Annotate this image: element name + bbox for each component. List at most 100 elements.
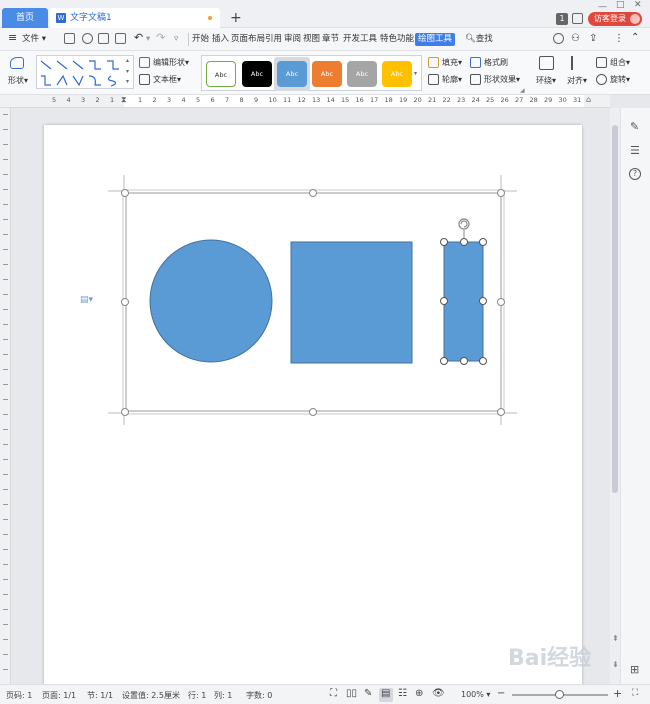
- collaborate-icon[interactable]: ⚇: [571, 32, 580, 45]
- write-mode-icon[interactable]: ✎: [364, 688, 372, 699]
- collapse-ribbon-icon[interactable]: ⌃: [631, 31, 639, 44]
- menu-drawing-tools[interactable]: 绘图工具: [415, 33, 456, 46]
- layout-options-icon[interactable]: ▤▾: [80, 295, 93, 305]
- format-painter-button[interactable]: 格式刷: [484, 57, 508, 68]
- hamburger-icon[interactable]: ≡: [8, 31, 17, 44]
- text-box-button[interactable]: 文本框▾: [153, 74, 181, 85]
- vertical-ruler-tick: [3, 444, 8, 445]
- undo-dropdown-icon[interactable]: ▾: [146, 33, 150, 46]
- more-icon[interactable]: ⋮: [614, 32, 624, 45]
- vertical-ruler[interactable]: [0, 108, 11, 684]
- ruler-tick-label: 21: [428, 96, 437, 104]
- tab-document[interactable]: W 文字文稿1: [50, 8, 220, 28]
- scrollbar-thumb[interactable]: [612, 125, 618, 493]
- print-icon[interactable]: [98, 33, 109, 44]
- zoom-dropdown[interactable]: 100% ▾: [461, 690, 490, 699]
- menu-section[interactable]: 章节: [322, 33, 339, 46]
- redo-icon[interactable]: ↷: [156, 31, 165, 44]
- horizontal-ruler[interactable]: 5 4 3 2 1 1 2 3 4 5 6 7 8 9 10 11 12 13 14 15 16 17 18 19 20 21 22…: [0, 95, 610, 108]
- gallery-up-icon[interactable]: ▴: [126, 57, 129, 64]
- grid-apps-icon[interactable]: ⊞: [630, 663, 639, 676]
- prev-page-icon[interactable]: ⇞: [612, 634, 619, 643]
- ruler-tick-label: 3: [81, 96, 86, 104]
- menu-developer[interactable]: 开发工具: [343, 33, 377, 46]
- help-icon[interactable]: ?: [629, 168, 641, 180]
- menu-file[interactable]: 文件 ▾: [22, 33, 46, 46]
- shape-effect-button[interactable]: 形状效果▾: [484, 74, 520, 85]
- next-page-icon[interactable]: ⇟: [612, 660, 619, 669]
- export-icon[interactable]: [82, 33, 93, 44]
- settings-sliders-icon[interactable]: ☰: [630, 144, 640, 157]
- style-white[interactable]: Abc: [206, 61, 236, 87]
- fit-page-icon[interactable]: ⛶: [632, 688, 638, 698]
- fill-button[interactable]: 填充▾: [442, 57, 462, 68]
- shape-button[interactable]: 形状▾: [8, 75, 28, 86]
- reading-mode-icon[interactable]: ▯▯: [346, 688, 357, 699]
- style-blue[interactable]: Abc: [277, 61, 307, 87]
- vertical-ruler-tick: [3, 309, 8, 310]
- search-button[interactable]: 🔍︎查找: [465, 33, 493, 46]
- eye-protect-icon[interactable]: 👁︎: [432, 688, 445, 699]
- tab-home[interactable]: 首页: [2, 8, 48, 28]
- quick-access-dropdown-icon[interactable]: ▿: [174, 33, 178, 46]
- vertical-ruler-tick: [3, 459, 8, 460]
- wrap-label: 环绕: [536, 76, 552, 85]
- wrap-button[interactable]: 环绕▾: [536, 75, 556, 86]
- shape-handle: [460, 238, 468, 246]
- new-tab-button[interactable]: +: [230, 8, 242, 28]
- ruler-tick-label: 13: [312, 96, 321, 104]
- page-view-icon[interactable]: ▤: [381, 688, 390, 699]
- print-preview-icon[interactable]: [115, 33, 126, 44]
- menu-view[interactable]: 视图: [303, 33, 320, 46]
- cloud-icon[interactable]: [553, 33, 564, 44]
- ruler-tick-label: 7: [225, 96, 230, 104]
- share-icon[interactable]: ⇪: [589, 32, 597, 45]
- save-icon[interactable]: [64, 33, 75, 44]
- vertical-ruler-tick: [3, 129, 8, 130]
- rotate-button[interactable]: 旋转▾: [610, 74, 630, 85]
- align-button[interactable]: 对齐▾: [567, 75, 587, 86]
- style-gold[interactable]: Abc: [382, 61, 412, 87]
- minimize-icon[interactable]: —: [598, 2, 607, 12]
- style-more-icon[interactable]: ▾: [414, 70, 417, 77]
- menu-references[interactable]: 引用: [265, 33, 282, 46]
- fullscreen-icon[interactable]: ⛶: [330, 688, 337, 699]
- style-orange[interactable]: Abc: [312, 61, 342, 87]
- shape-handle: [460, 357, 468, 365]
- menu-special[interactable]: 特色功能: [380, 33, 414, 46]
- gallery-expand-icon[interactable]: ▾: [126, 78, 129, 85]
- menu-page-layout[interactable]: 页面布局: [231, 33, 265, 46]
- close-icon[interactable]: ✕: [634, 0, 642, 10]
- gallery-down-icon[interactable]: ▾: [126, 68, 129, 75]
- zoom-out-icon[interactable]: −: [497, 688, 505, 699]
- menu-home[interactable]: 开始: [192, 33, 209, 46]
- window-layout-icon[interactable]: [572, 13, 583, 24]
- group-button[interactable]: 组合▾: [610, 57, 630, 68]
- shape-style-gallery[interactable]: Abc Abc Abc Abc Abc Abc ▾: [201, 55, 422, 91]
- edit-pen-icon[interactable]: ✎: [630, 120, 639, 133]
- web-view-icon[interactable]: ⊕: [415, 688, 423, 699]
- indent-marker-icon[interactable]: ⧗: [121, 95, 127, 105]
- document-page[interactable]: ▤▾: [44, 125, 582, 685]
- align-label: 对齐: [567, 76, 583, 85]
- style-black[interactable]: Abc: [242, 61, 272, 87]
- line-shape-gallery[interactable]: ▴ ▾ ▾: [36, 55, 134, 89]
- zoom-slider-thumb[interactable]: [555, 690, 564, 699]
- login-button[interactable]: 访客登录: [588, 12, 642, 26]
- drawing-canvas[interactable]: [44, 125, 582, 685]
- right-indent-marker-icon[interactable]: ⌂: [586, 95, 591, 104]
- zoom-in-icon[interactable]: +: [613, 687, 622, 700]
- menu-insert[interactable]: 插入: [212, 33, 229, 46]
- outline-view-icon[interactable]: ☷: [398, 688, 407, 699]
- outline-button[interactable]: 轮廓▾: [442, 74, 462, 85]
- dialog-launcher-icon[interactable]: ◢: [520, 87, 525, 94]
- menu-review[interactable]: 审阅: [284, 33, 301, 46]
- maximize-icon[interactable]: □: [616, 0, 625, 10]
- notification-badge[interactable]: 1: [556, 13, 568, 25]
- edit-shape-button[interactable]: 编辑形状▾: [153, 57, 189, 68]
- shape-icon[interactable]: [10, 57, 24, 69]
- style-gray[interactable]: Abc: [347, 61, 377, 87]
- vertical-ruler-tick: [3, 534, 8, 535]
- ruler-tick-label: 29: [544, 96, 553, 104]
- undo-icon[interactable]: ↶: [134, 31, 143, 44]
